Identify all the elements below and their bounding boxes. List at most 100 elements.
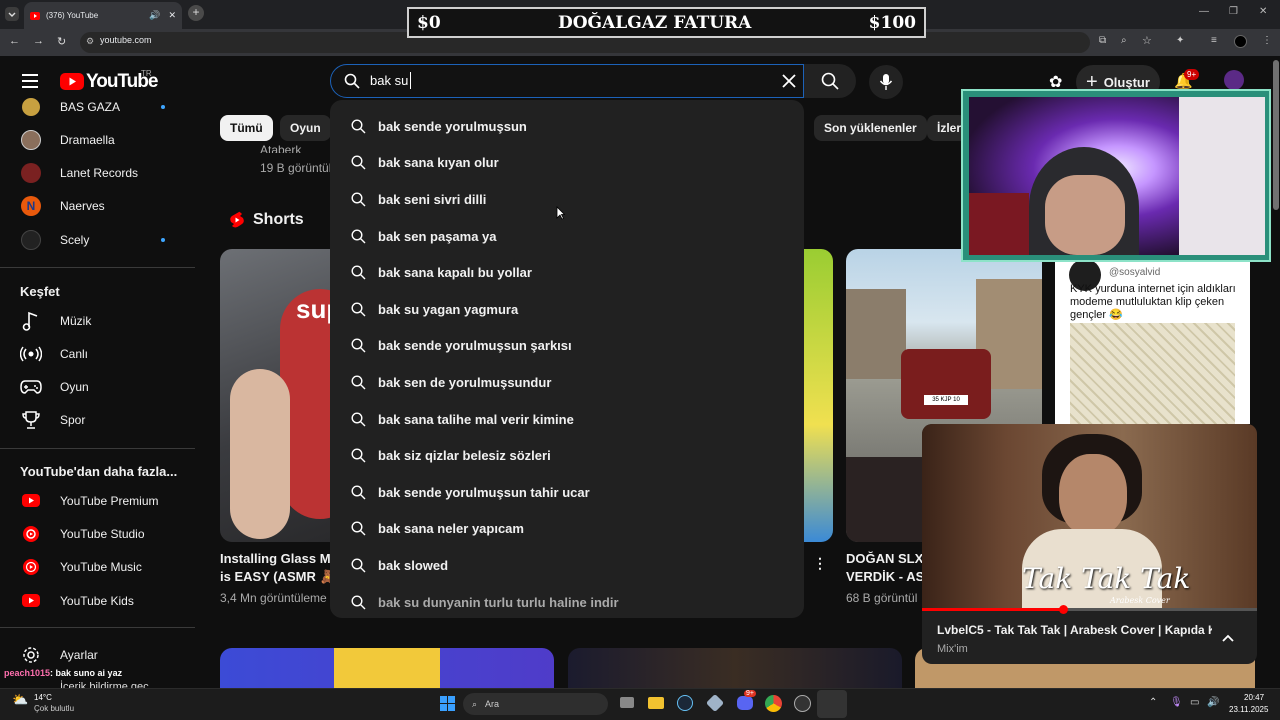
short-thumbnail[interactable]: sup [220,249,332,542]
weather-temp[interactable]: 14°C [34,693,52,702]
search-suggestion[interactable]: bak siz qizlar belesiz sözleri [330,437,804,474]
browser-tab[interactable]: (376) YouTube 🔊 ✕ [24,2,182,29]
chip-all[interactable]: Tümü [220,115,273,141]
active-app-button[interactable] [817,690,847,718]
search-input[interactable]: bak su [370,73,408,88]
search-suggestion[interactable]: bak slowed [330,547,804,584]
search-suggestion[interactable]: bak sende yorulmuşsun tahir ucar [330,474,804,511]
tray-display-icon[interactable]: ▭ [1190,697,1199,708]
search-button[interactable] [804,64,856,98]
more-options-icon[interactable]: ⋮ [813,555,827,572]
weather-desc[interactable]: Çok bulutlu [34,704,74,713]
page-scrollbar-thumb[interactable] [1273,60,1279,210]
sidebar-item-sports[interactable]: Spor [0,403,195,436]
search-suggestion[interactable]: bak seni sivri dilli [330,181,804,218]
sidebar-subscription-item[interactable]: N Naerves [0,189,195,222]
short-thumbnail[interactable] [804,249,833,542]
video-thumbnail[interactable] [568,648,902,688]
short-title-line[interactable]: Installing Glass Mo [220,550,330,568]
sidebar-item-youtube-studio[interactable]: YouTube Studio [0,517,195,550]
youtube-logo-icon[interactable] [60,73,84,90]
back-icon[interactable]: ← [9,35,20,47]
url-text[interactable]: youtube.com [100,35,152,45]
chrome-icon[interactable] [765,695,782,712]
window-close-icon[interactable]: ✕ [1259,6,1267,17]
search-suggestion[interactable]: bak sende yorulmuşsun [330,108,804,145]
clock-time[interactable]: 20:47 [1244,693,1264,702]
task-view-icon[interactable] [620,697,634,708]
short-thumbnail[interactable]: @sosyalvid KYK yurduna internet için ald… [1055,249,1250,424]
voice-search-button[interactable] [869,65,903,99]
search-suggestion[interactable]: bak su dunyanin turlu turlu haline indir [330,584,804,621]
sidebar-item-label: YouTube Music [60,559,142,574]
tab-close-icon[interactable]: ✕ [168,10,176,21]
miniplayer-video[interactable]: Tak Tak Tak Arabesk Cover [922,424,1257,610]
expand-chevron-up-icon[interactable] [1222,634,1234,642]
extensions-icon[interactable]: ✦ [1176,35,1184,46]
sidebar-item-gaming[interactable]: Oyun [0,370,195,403]
miniplayer-title[interactable]: LvbelC5 - Tak Tak Tak | Arabesk Cover | … [937,623,1212,637]
search-suggestion[interactable]: bak sana kapalı bu yollar [330,254,804,291]
miniplayer-channel[interactable]: Mix'im [937,643,968,655]
tray-mic-icon[interactable]: 🎙 [1170,697,1183,708]
tab-menu-button[interactable] [5,7,19,21]
sidebar-subscription-item[interactable]: Dramaella [0,123,195,156]
media-controls-icon[interactable]: ≡ [1211,35,1217,46]
sidebar-item-music[interactable]: Müzik [0,304,195,337]
search-suggestion[interactable]: bak sana neler yapıcam [330,511,804,548]
reload-icon[interactable]: ↻ [57,35,66,48]
site-info-icon[interactable]: ⚙ [86,36,94,47]
sidebar-item-youtube-music[interactable]: YouTube Music [0,550,195,583]
short-title-line[interactable]: DOĞAN SLX I [846,550,924,568]
sidebar-subscription-item[interactable]: Scely [0,223,195,256]
obs-icon[interactable] [794,695,811,712]
miniplayer[interactable]: Tak Tak Tak Arabesk Cover LvbelC5 - Tak … [922,424,1257,664]
search-suggestion[interactable]: bak sen de yorulmuşsundur [330,364,804,401]
short-title-line[interactable]: VERDİK - ASS [846,568,924,586]
weather-icon[interactable]: ⛅ [12,692,28,708]
progress-fill [922,608,1063,611]
sidebar-item-youtube-premium[interactable]: YouTube Premium [0,484,195,517]
search-suggestion[interactable]: bak sen paşama ya [330,218,804,255]
tray-volume-icon[interactable]: 🔊 [1207,697,1219,708]
minimize-icon[interactable]: — [1199,6,1209,17]
tray-chevron-up-icon[interactable]: ⌃ [1149,697,1157,708]
profile-avatar[interactable] [1234,35,1247,48]
sidebar-item-settings[interactable]: Ayarlar [0,638,195,671]
sidebar-subscription-item[interactable]: BAS GAZA [0,90,195,123]
chip-gaming[interactable]: Oyun [280,115,331,141]
maximize-icon[interactable]: ❐ [1229,6,1238,17]
sidebar-item-label: YouTube Kids [60,593,134,608]
video-channel[interactable]: Ataberk Doğa [260,143,330,153]
browser-menu-icon[interactable]: ⋮ [1262,35,1272,46]
account-avatar[interactable] [1224,70,1244,90]
clear-search-icon[interactable] [782,74,796,88]
suggestion-text: bak su dunyanin turlu turlu haline indir [378,594,619,610]
search-suggestion[interactable]: bak sana kıyan olur [330,145,804,182]
search-suggestion[interactable]: bak su yagan yagmura [330,291,804,328]
progress-track[interactable] [922,608,1257,611]
video-thumbnail[interactable] [220,648,554,688]
hamburger-menu-icon[interactable] [22,74,38,88]
windows-start-icon[interactable] [440,696,455,711]
speaker-icon[interactable]: 🔊 [149,10,160,21]
forward-icon[interactable]: → [33,35,44,47]
search-suggestion[interactable]: bak sana talihe mal verir kimine [330,401,804,438]
discord-icon[interactable] [737,696,753,710]
chip-recently-uploaded[interactable]: Son yüklenenler [814,115,927,141]
install-icon[interactable]: ⧉ [1099,35,1106,46]
sidebar-item-youtube-kids[interactable]: YouTube Kids [0,584,195,617]
sidebar-subscription-item[interactable]: Lanet Records [0,156,195,189]
clock-date[interactable]: 23.11.2025 [1229,705,1268,714]
suggestion-text: bak seni sivri dilli [378,192,487,208]
search-suggestion[interactable]: bak sende yorulmuşsun şarkısı [330,328,804,365]
short-title-line[interactable]: is EASY (ASMR 🧸 [220,568,330,586]
file-explorer-icon[interactable] [648,697,664,709]
progress-scrubber[interactable] [1058,605,1068,614]
zoom-icon[interactable]: ⌕ [1121,35,1127,46]
taskbar-search[interactable]: ⌕ Ara [463,693,608,715]
bookmark-star-icon[interactable]: ☆ [1142,34,1152,47]
sidebar-item-live[interactable]: Canlı [0,337,195,370]
new-tab-button[interactable]: + [188,5,204,21]
steam-icon[interactable] [677,695,693,711]
